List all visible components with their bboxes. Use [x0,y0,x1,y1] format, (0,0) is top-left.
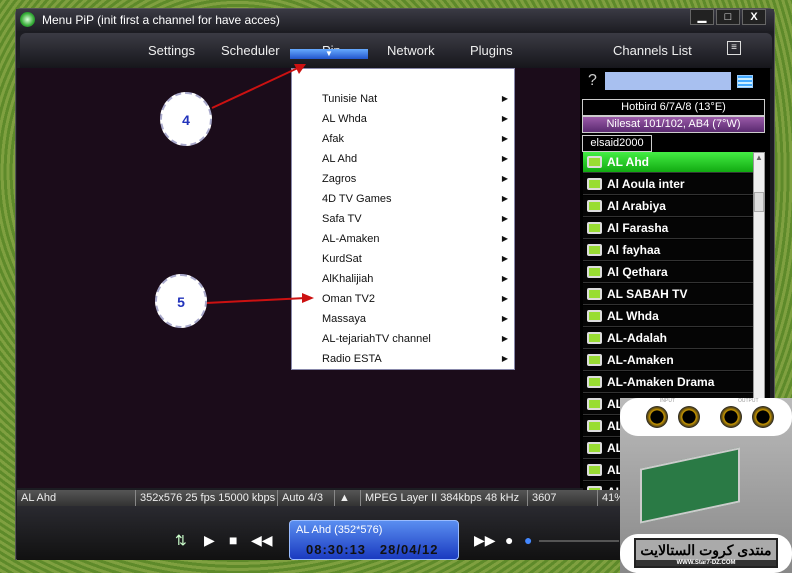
volume-slider-knob[interactable]: ● [524,532,532,548]
forum-logo: منتدى كروت الستالايت WWW.Star7-DZ.COM [634,538,778,568]
tv-icon [587,376,602,388]
channel-item[interactable]: AL-Amaken [583,350,753,371]
channel-name: Al Aoula inter [607,177,685,191]
arrowhead-5 [302,293,314,303]
display-date: 28/04/12 [379,542,439,557]
channel-item[interactable]: Al Qethara [583,262,753,283]
channel-name: AL-Amaken [607,353,674,367]
swap-icon[interactable]: ⇅ [175,532,187,549]
ad-jack-panel: INPUT OUTPUT [620,398,792,436]
tv-card-picture [640,447,740,524]
arrow-4 [211,66,301,109]
channel-name: Al Arabiya [607,199,666,213]
satellite-hotbird[interactable]: Hotbird 6/7A/8 (13°E) [582,99,765,116]
channel-name: AL Whda [607,309,659,323]
callout-5: 5 [155,274,207,328]
volume-slider[interactable] [539,540,619,542]
satellite-nilesat[interactable]: Nilesat 101/102, AB4 (7°W) [582,116,765,133]
display-time: 08:30:13 [306,542,367,557]
tv-icon [587,420,602,432]
tv-icon [587,310,602,322]
status-aspect[interactable]: Auto 4/3 [277,490,323,506]
jack-icon [752,406,774,428]
tv-icon [587,398,602,410]
tv-icon [587,288,602,300]
help-icon[interactable]: ? [588,72,597,90]
ad-input-label: INPUT [660,398,675,404]
channel-item[interactable]: AL Ahd [583,152,753,173]
logo-text: منتدى كروت الستالايت [640,542,772,558]
list-view-icon[interactable] [737,75,753,88]
tv-icon [587,354,602,366]
channel-name: AL SABAH TV [607,287,688,301]
tv-icon [587,156,602,168]
channel-item[interactable]: Al Arabiya [583,196,753,217]
ad-logo-panel: منتدى كروت الستالايت WWW.Star7-DZ.COM [620,534,792,573]
tv-icon [587,266,602,278]
channel-item[interactable]: AL-Amaken Drama [583,372,753,393]
status-channel: AL Ahd [21,492,57,504]
tv-icon [587,464,602,476]
tv-icon [587,200,602,212]
record-button[interactable]: ● [505,532,513,548]
eject-icon[interactable]: ▲ [334,490,350,506]
status-pid: 3607 [527,490,556,506]
tv-icon [587,244,602,256]
channel-item[interactable]: Al Aoula inter [583,174,753,195]
channel-name: AL-Amaken Drama [607,375,715,389]
arrow-5 [205,297,307,304]
channel-name: Al Farasha [607,221,669,235]
channel-name: Al fayhaa [607,243,661,257]
group-elsaid2000[interactable]: elsaid2000 [582,135,652,152]
channel-name: Al Qethara [607,265,668,279]
channel-item[interactable]: Al Farasha [583,218,753,239]
advertisement-image: INPUT OUTPUT منتدى كروت الستالايت WWW.Sta… [620,398,792,573]
channel-search-input[interactable] [605,72,731,90]
jack-icon [678,406,700,428]
channel-item[interactable]: AL Whda [583,306,753,327]
tv-icon [587,442,602,454]
channel-name: AL Ahd [607,155,649,169]
info-display: AL Ahd (352*576) 08:30:13 28/04/12 [289,520,459,560]
display-channel: AL Ahd (352*576) [296,524,383,536]
jack-icon [720,406,742,428]
play-button[interactable]: ▶ [204,532,215,549]
jack-icon [646,406,668,428]
channel-item[interactable]: AL SABAH TV [583,284,753,305]
logo-url: WWW.Star7-DZ.COM [636,560,776,566]
status-audio: MPEG Layer II 384kbps 48 kHz [360,490,519,506]
tv-icon [587,332,602,344]
channel-name: AL-Adalah [607,331,667,345]
ad-output-label: OUTPUT [738,398,759,404]
stop-button[interactable]: ■ [229,532,237,548]
tv-icon [587,222,602,234]
callout-4: 4 [160,92,212,146]
rewind-button[interactable]: ◀◀ [251,532,273,549]
channel-item[interactable]: Al fayhaa [583,240,753,261]
tv-icon [587,178,602,190]
fast-forward-button[interactable]: ▶▶ [474,532,496,549]
status-video: 352x576 25 fps 15000 kbps [135,490,275,506]
channel-item[interactable]: AL-Adalah [583,328,753,349]
